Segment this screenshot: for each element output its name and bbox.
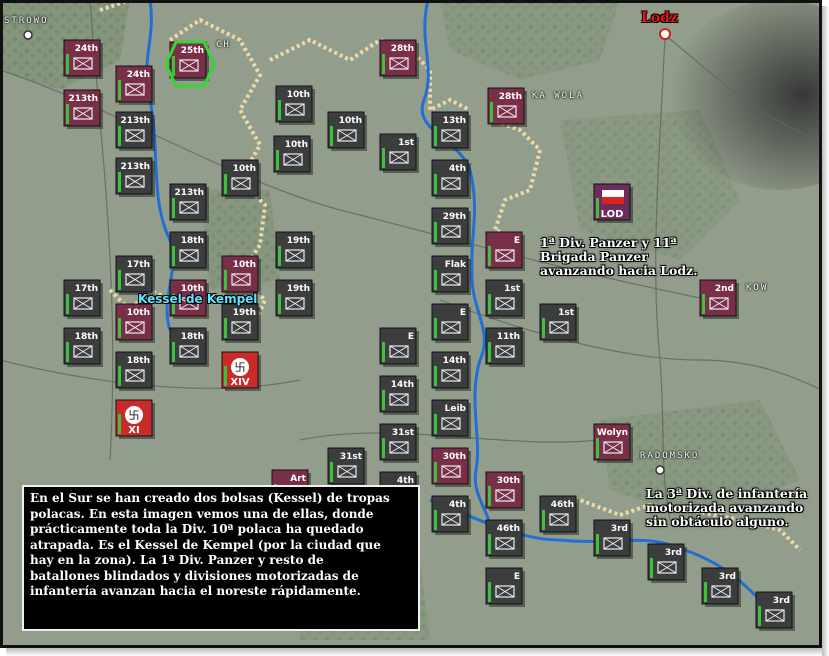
town-label: KA WOLA (532, 91, 584, 101)
town-label: KOW (746, 283, 769, 293)
city-label-lodz: Lodz (641, 10, 678, 26)
annotation-line: sin obtáculo alguno. (646, 514, 789, 529)
frame-shadow (6, 648, 829, 656)
info-line: hay en la zona). La 1ª Div. Panzer y res… (30, 553, 324, 567)
annotation-line: La 3ª Div. de infantería (646, 486, 808, 501)
info-line: batallones blindados y divisiones motori… (30, 568, 359, 583)
town-label: CH (216, 40, 231, 50)
info-line: En el Sur se han creado dos bolsas (Kess… (30, 491, 390, 505)
info-box: En el Sur se han creado dos bolsas (Kess… (22, 485, 420, 631)
annotation-line: 1ª Div. Panzer y 11ª (540, 235, 677, 250)
town-label: STROWO (4, 16, 49, 26)
info-line: polacas. En esta imagen vemos una de ell… (30, 506, 374, 521)
frame-shadow (822, 6, 829, 656)
pocket-label: Kessel de Kempel (138, 292, 258, 306)
info-line: prácticamente toda la Div. 10ª polaca ha… (30, 522, 364, 536)
town-label: RADOMSKO (640, 451, 700, 461)
infantry-annotation: La 3ª Div. de infantería motorizada avan… (646, 487, 807, 529)
annotation-line: Brigada Panzer (540, 249, 648, 264)
panzer-annotation: 1ª Div. Panzer y 11ª Brigada Panzer avan… (540, 236, 698, 278)
annotation-line: motorizada avanzando (646, 500, 804, 515)
annotation-line: avanzando hacia Lodz. (540, 263, 698, 278)
info-line: infantería avanzan hacia el noreste rápi… (30, 584, 361, 598)
info-line: atrapada. Es el Kessel de Kempel (por la… (30, 537, 381, 552)
